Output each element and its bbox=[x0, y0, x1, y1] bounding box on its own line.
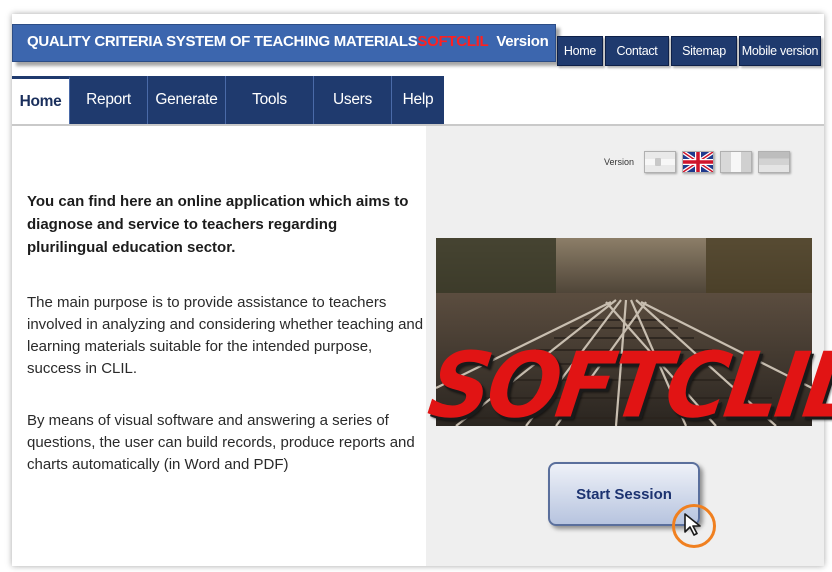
nav-item-home[interactable]: Home bbox=[12, 76, 70, 124]
nav-item-generate[interactable]: Generate bbox=[148, 76, 226, 124]
brand-name: SOFTCLIL bbox=[417, 33, 489, 50]
spanish-flag-icon[interactable] bbox=[644, 151, 677, 173]
softclil-logo: SOFTCLIL bbox=[422, 333, 832, 439]
language-version-label: Version bbox=[604, 157, 635, 167]
top-link-mobile-version[interactable]: Mobile version bbox=[739, 36, 821, 66]
title-banner: QUALITY CRITERIA SYSTEM OF TEACHING MATE… bbox=[12, 24, 556, 62]
nav-item-tools[interactable]: Tools bbox=[226, 76, 314, 124]
side-panel: Version SOFTCLIL Start Session bbox=[423, 126, 832, 566]
app-title: QUALITY CRITERIA SYSTEM OF TEACHING MATE… bbox=[27, 33, 418, 50]
nav-item-help[interactable]: Help bbox=[392, 76, 444, 124]
app-frame: QUALITY CRITERIA SYSTEM OF TEACHING MATE… bbox=[12, 14, 832, 566]
pointer-cursor-icon bbox=[684, 513, 701, 536]
main-nav: Home Report Generate Tools Users Help bbox=[12, 76, 444, 124]
top-links: Home Contact Sitemap Mobile version bbox=[557, 36, 821, 66]
nav-item-report[interactable]: Report bbox=[70, 76, 148, 124]
top-link-sitemap[interactable]: Sitemap bbox=[671, 36, 737, 66]
german-flag-icon[interactable] bbox=[758, 151, 791, 173]
uk-flag-icon[interactable] bbox=[682, 151, 715, 173]
top-link-contact[interactable]: Contact bbox=[605, 36, 669, 66]
intro-text: You can find here an online application … bbox=[27, 193, 409, 256]
purpose-text: The main purpose is to provide assistanc… bbox=[27, 294, 424, 377]
version-label: Version bbox=[496, 33, 549, 50]
language-switcher: Version bbox=[604, 151, 791, 173]
nav-item-users[interactable]: Users bbox=[314, 76, 392, 124]
means-text: By means of visual software and answerin… bbox=[27, 412, 415, 473]
italian-flag-icon[interactable] bbox=[720, 151, 753, 173]
content-pane: You can find here an online application … bbox=[12, 126, 426, 566]
top-link-home[interactable]: Home bbox=[557, 36, 603, 66]
